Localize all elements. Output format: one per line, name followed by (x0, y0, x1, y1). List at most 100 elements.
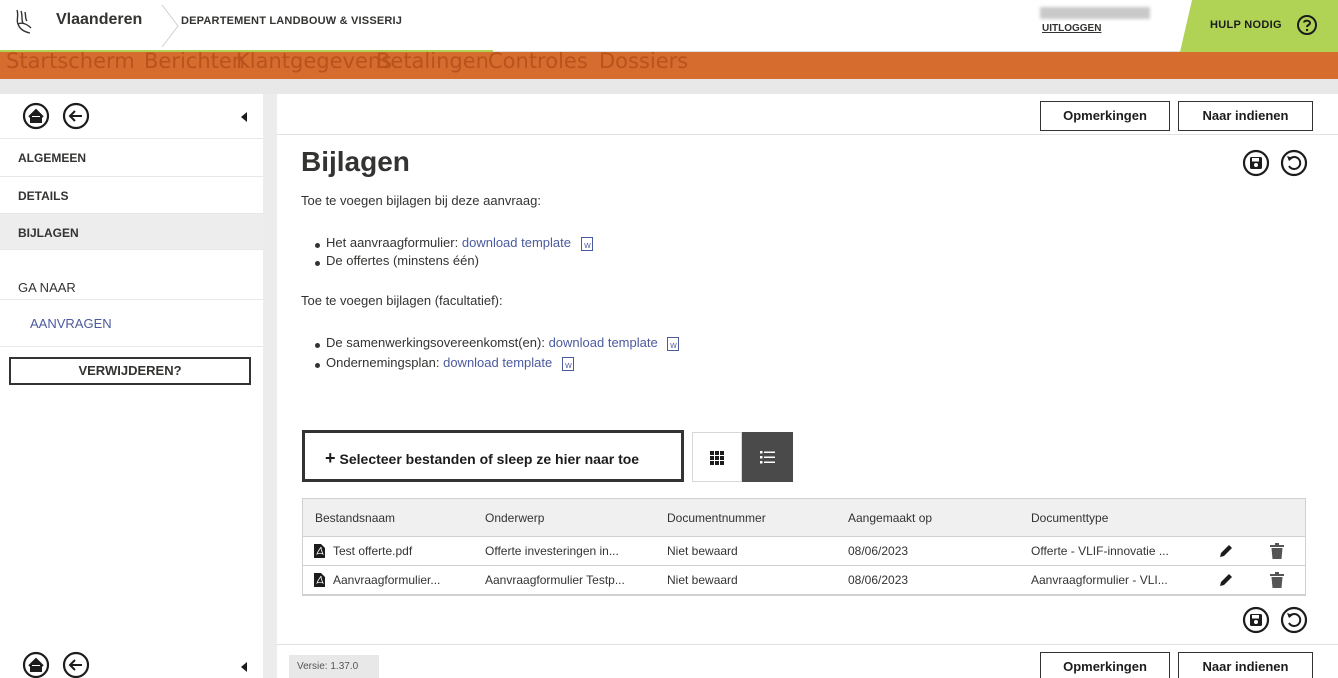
required-item-2: De offertes (minstens één) (326, 253, 479, 268)
word-doc-icon[interactable]: W (561, 356, 574, 371)
cell-filename[interactable]: Test offerte.pdf (333, 544, 412, 558)
help-button[interactable]: HULP NODIG (1180, 0, 1338, 52)
svg-text:W: W (565, 362, 572, 370)
undo-icon-bottom[interactable] (1280, 606, 1308, 634)
word-doc-icon[interactable]: W (580, 236, 593, 251)
flemish-lion-logo-icon[interactable] (13, 8, 35, 36)
svg-text:W: W (670, 342, 677, 350)
sidebar-item-bijlagen[interactable]: BIJLAGEN (0, 214, 263, 250)
grey-strip (0, 79, 1338, 94)
back-arrow-icon-bottom[interactable] (62, 651, 90, 678)
optional-item-2-text: Ondernemingsplan: (326, 355, 440, 370)
nav-berichten[interactable]: Berichten (144, 52, 245, 73)
svg-text:W: W (584, 242, 591, 250)
sidebar-item-algemeen[interactable]: ALGEMEEN (0, 138, 263, 177)
bullet (315, 343, 320, 348)
list-view-toggle[interactable] (742, 432, 793, 482)
optional-item-1: De samenwerkingsovereenkomst(en): downlo… (326, 335, 680, 351)
save-icon[interactable] (1242, 149, 1270, 177)
header-separator (161, 4, 179, 48)
user-name-blurred (1040, 7, 1150, 19)
nav-startscherm[interactable]: Startscherm (6, 52, 135, 73)
optional-item-1-text: De samenwerkingsovereenkomst(en): (326, 335, 545, 350)
undo-icon[interactable] (1280, 149, 1308, 177)
sidebar-divider (0, 346, 263, 347)
remarks-button[interactable]: Opmerkingen (1040, 101, 1170, 131)
cell-docnumber: Niet bewaard (667, 573, 738, 587)
nav-betalingen[interactable]: Betalingen (376, 52, 489, 73)
home-icon[interactable] (22, 102, 50, 130)
sidebar-gutter (263, 94, 277, 678)
help-label: HULP NODIG (1210, 19, 1282, 31)
pdf-file-icon (314, 573, 325, 587)
trash-icon[interactable] (1270, 543, 1284, 559)
bullet (315, 261, 320, 266)
cell-subject: Aanvraagformulier Testp... (485, 573, 625, 587)
table-row[interactable]: Aanvraagformulier... Aanvraagformulier T… (303, 566, 1305, 595)
required-item-1: Het aanvraagformulier: download template… (326, 235, 593, 251)
template-link-aanvraagformulier[interactable]: download template (462, 235, 571, 250)
dropzone-label: Selecteer bestanden of sleep ze hier naa… (339, 451, 640, 467)
cell-created: 08/06/2023 (848, 573, 909, 587)
logout-link[interactable]: UITLOGGEN (1042, 23, 1101, 34)
cell-doctype: Aanvraagformulier - VLI... (1031, 573, 1168, 587)
sidebar: ALGEMEEN DETAILS BIJLAGEN GA NAAR AANVRA… (0, 94, 263, 678)
column-header[interactable]: Aangemaakt op (848, 511, 932, 525)
collapse-caret-icon-bottom[interactable] (240, 662, 248, 672)
page-title: Bijlagen (301, 146, 410, 177)
home-icon-bottom[interactable] (22, 651, 50, 678)
pdf-file-icon (314, 544, 325, 558)
file-dropzone[interactable]: + Selecteer bestanden of sleep ze hier na… (302, 430, 684, 482)
brand-name[interactable]: Vlaanderen (56, 11, 142, 29)
required-intro: Toe te voegen bijlagen bij deze aanvraag… (301, 193, 541, 208)
footer-divider (277, 644, 1338, 645)
template-link-ondernemingsplan[interactable]: download template (443, 355, 552, 370)
table-row[interactable]: Test offerte.pdf Offerte investeringen i… (303, 537, 1305, 566)
template-link-samenwerking[interactable]: download template (549, 335, 658, 350)
version-label: Versie: 1.37.0 (289, 655, 379, 678)
delete-button[interactable]: VERWIJDEREN? (9, 357, 251, 385)
sidebar-item-details[interactable]: DETAILS (0, 177, 263, 214)
question-circle-icon (1297, 15, 1317, 35)
goto-label: GA NAAR (18, 280, 76, 295)
submit-button[interactable]: Naar indienen (1178, 101, 1313, 131)
sidebar-divider (0, 299, 263, 300)
required-item-1-text: Het aanvraagformulier: (326, 235, 459, 250)
goto-aanvragen-link[interactable]: AANVRAGEN (30, 316, 112, 331)
cell-subject: Offerte investeringen in... (485, 544, 619, 558)
nav-dossiers[interactable]: Dossiers (599, 52, 688, 73)
attachments-table: Bestandsnaam Onderwerp Documentnummer Aa… (302, 498, 1306, 596)
pencil-icon[interactable] (1218, 572, 1234, 588)
top-navigation: Startscherm Berichten Klantgegevens Beta… (0, 52, 1338, 79)
cell-created: 08/06/2023 (848, 544, 909, 558)
column-header[interactable]: Documenttype (1031, 511, 1108, 525)
plus-icon: + (325, 448, 336, 468)
bullet (315, 243, 320, 248)
nav-controles[interactable]: Controles (488, 52, 588, 73)
remarks-button-bottom[interactable]: Opmerkingen (1040, 652, 1170, 678)
collapse-caret-icon[interactable] (240, 112, 248, 122)
app-header: Vlaanderen DEPARTEMENT LANDBOUW & VISSER… (0, 0, 1338, 53)
department-name: DEPARTEMENT LANDBOUW & VISSERIJ (181, 15, 403, 27)
toolbar-divider (277, 134, 1338, 135)
grid-icon (710, 451, 724, 465)
column-header[interactable]: Documentnummer (667, 511, 766, 525)
word-doc-icon[interactable]: W (667, 336, 680, 351)
column-header[interactable]: Bestandsnaam (315, 511, 395, 525)
submit-button-bottom[interactable]: Naar indienen (1178, 652, 1313, 678)
optional-intro: Toe te voegen bijlagen (facultatief): (301, 293, 503, 308)
pencil-icon[interactable] (1218, 543, 1234, 559)
cell-filename[interactable]: Aanvraagformulier... (333, 573, 440, 587)
cell-doctype: Offerte - VLIF-innovatie ... (1031, 544, 1169, 558)
optional-item-2: Ondernemingsplan: download template W (326, 355, 574, 371)
nav-klantgegevens[interactable]: Klantgegevens (236, 52, 392, 73)
save-icon-bottom[interactable] (1242, 606, 1270, 634)
list-icon (760, 451, 775, 464)
grid-view-toggle[interactable] (692, 432, 742, 482)
cell-docnumber: Niet bewaard (667, 544, 738, 558)
trash-icon[interactable] (1270, 572, 1284, 588)
back-arrow-icon[interactable] (62, 102, 90, 130)
column-header[interactable]: Onderwerp (485, 511, 544, 525)
table-header: Bestandsnaam Onderwerp Documentnummer Aa… (303, 499, 1305, 537)
bullet (315, 363, 320, 368)
